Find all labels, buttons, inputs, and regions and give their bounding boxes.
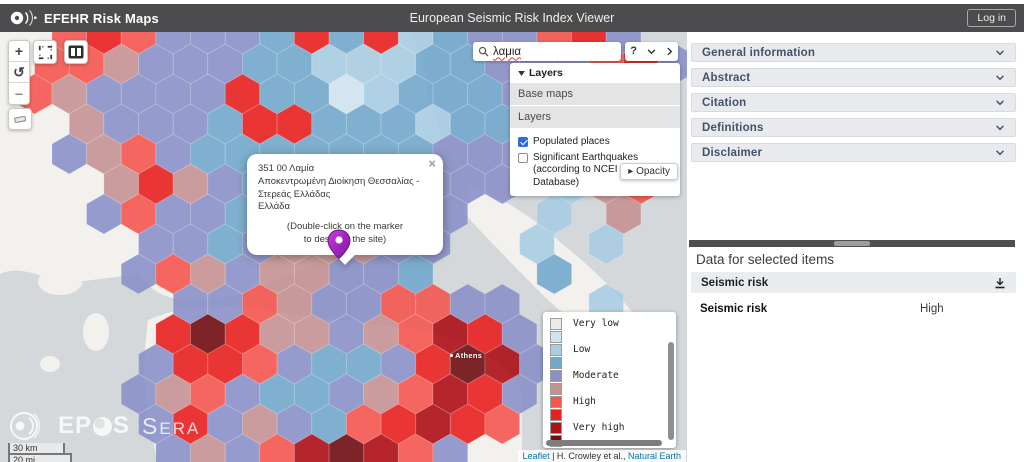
legend-rows: Very low Low Moderate High Very high [550,317,676,447]
sera-logo: SERA [142,413,200,440]
legend-swatch [550,344,562,356]
fullscreen-icon [38,45,53,60]
split-view-button[interactable] [64,40,88,64]
legend-swatch [550,357,562,369]
layers-section[interactable]: Layers [510,106,680,128]
legend-item: High [550,395,676,408]
chevron-down-icon [995,150,1005,156]
risk-legend: Very low Low Moderate High Very high [543,312,676,448]
base-maps-section[interactable]: Base maps [510,83,680,105]
legend-label: Very high [573,422,624,433]
accordion-list: General information Abstract Citation De… [688,32,1024,162]
accordion-abstract[interactable]: Abstract [691,68,1016,87]
scale-mi: 20 mi [8,453,72,462]
chevron-down-icon [647,49,656,55]
accordion-disclaimer[interactable]: Disclaimer [691,143,1016,162]
legend-swatch [550,331,562,343]
zoom-out-button[interactable]: − [9,83,29,104]
layers-panel-header[interactable]: Layers [510,63,680,83]
zoom-in-button[interactable]: + [9,41,29,62]
legend-swatch [550,383,562,395]
measure-button[interactable] [8,108,32,130]
legend-item: Very high [550,421,676,434]
search-help-group: ? [625,42,678,61]
attribution-text: | H. Crowley et al., [552,451,625,461]
chevron-right-icon [667,47,673,56]
legend-label: Low [573,344,590,355]
ruler-icon [12,112,28,126]
epos-logo: EPS [58,412,130,440]
seismic-risk-value-row: Seismic risk High [691,300,1016,318]
legend-item: Moderate [550,369,676,382]
chevron-down-icon [995,50,1005,56]
map-scale-control: 30 km 20 mi [8,443,72,462]
fullscreen-button[interactable] [33,40,57,64]
legend-label: Very low [573,318,619,329]
search-icon [478,46,489,57]
data-section-title: Data for selected items [696,252,834,267]
populated-places-checkbox[interactable] [518,137,528,147]
search-input[interactable]: λαμια [493,46,521,58]
login-button[interactable]: Log in [967,9,1016,27]
legend-swatch [550,409,562,421]
reset-view-button[interactable]: ↺ [9,62,29,83]
legend-label: Moderate [573,370,619,381]
zoom-control: + ↺ − [8,40,30,105]
popup-postal-line: 351 00 Λαμία [258,163,432,176]
collapse-button[interactable] [647,49,656,55]
populated-place-dot [450,354,453,357]
city-label-athens: Athens [450,351,482,360]
app-window: EFEHR Risk Maps European Seismic Risk In… [0,0,1024,462]
popup-region-line: Αποκεντρωμένη Διοίκηση Θεσσαλίας - Στερε… [258,176,432,202]
chevron-down-icon [995,75,1005,81]
legend-swatch [550,318,562,330]
efehr-watermark-icon [8,408,46,444]
legend-vertical-scrollbar[interactable] [668,342,674,440]
partner-logos: EPS SERA [8,408,200,444]
efehr-logo-icon [8,7,38,29]
download-icon[interactable] [994,277,1006,289]
caret-right-icon: ▸ [628,166,633,177]
accordion-citation[interactable]: Citation [691,93,1016,112]
splitter-handle[interactable] [834,241,870,246]
popup-country-line: Ελλάδα [258,201,432,214]
legend-swatch [550,370,562,382]
map-attribution: Leaflet | H. Crowley et al., Natural Ear… [518,450,686,462]
legend-horizontal-scrollbar[interactable] [546,440,662,446]
legend-label: High [573,396,596,407]
info-panel: General information Abstract Citation De… [688,32,1024,462]
seismic-risk-group-row[interactable]: Seismic risk [691,272,1016,293]
significant-earthquakes-checkbox[interactable] [518,153,528,163]
search-box[interactable]: λαμια [473,42,621,61]
natural-earth-link[interactable]: Natural Earth [628,451,681,461]
chevron-down-icon [995,100,1005,106]
legend-swatch [550,396,562,408]
popup-close-icon[interactable]: × [428,157,436,170]
pin-icon [326,228,352,260]
map-canvas[interactable]: Athens + ↺ − [0,32,687,462]
columns-icon [68,45,84,59]
legend-item: Low [550,343,676,356]
site-marker-pin[interactable] [326,228,352,260]
epos-o-glyph [93,417,112,436]
caret-down-icon [518,71,525,76]
leaflet-link[interactable]: Leaflet [523,451,550,461]
legend-item: Very low [550,317,676,330]
legend-item [550,382,676,395]
forward-button[interactable] [667,47,673,56]
help-button[interactable]: ? [630,46,637,57]
layer-populated-places[interactable]: Populated places [518,136,672,149]
panel-splitter[interactable] [689,240,1015,247]
header-bar: EFEHR Risk Maps European Seismic Risk In… [0,4,1024,32]
legend-item [550,356,676,369]
opacity-button[interactable]: ▸ Opacity [620,163,678,180]
legend-swatch [550,422,562,434]
seismic-risk-value: High [920,303,944,315]
chevron-down-icon [995,125,1005,131]
legend-item [550,408,676,421]
accordion-definitions[interactable]: Definitions [691,118,1016,137]
legend-item [550,330,676,343]
accordion-general-information[interactable]: General information [691,43,1016,62]
app-brand: EFEHR Risk Maps [44,11,159,26]
